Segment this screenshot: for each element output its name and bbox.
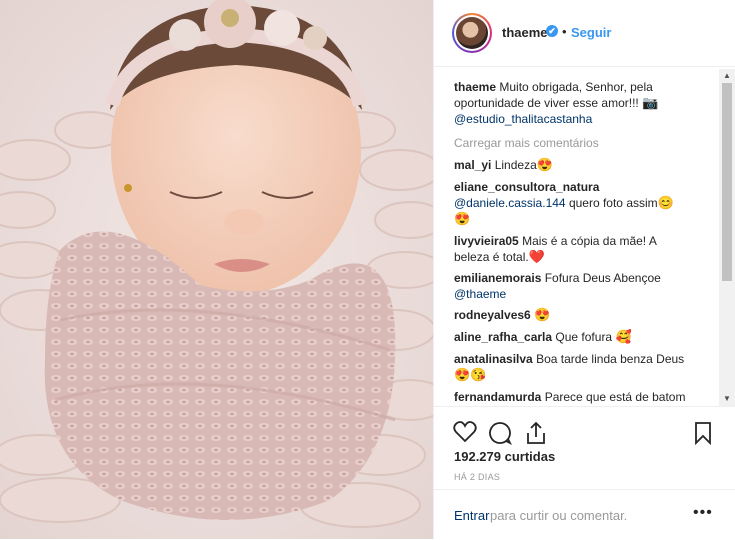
post-header: thaeme ✔ • Seguir <box>434 0 735 67</box>
comments-scrollbar[interactable]: ▲ ▼ <box>719 69 735 406</box>
comment-item: eliane_consultora_natura @daniele.cassia… <box>454 179 716 227</box>
heart-eyes-emoji-icon: 😍 <box>454 211 471 226</box>
comment-username[interactable]: anatalinasilva <box>454 352 533 366</box>
caption-text-line1: Muito obrigada, Senhor, pela <box>499 80 653 94</box>
comment-item: anatalinasilva Boa tarde linda benza Deu… <box>454 351 716 383</box>
comment-icon[interactable] <box>488 421 512 445</box>
instagram-post: thaeme ✔ • Seguir thaeme Muito obrigada,… <box>0 0 735 539</box>
comment-text: Mais é a cópia da mãe! A <box>522 234 657 248</box>
caption-username[interactable]: thaeme <box>454 80 496 94</box>
heart-icon[interactable] <box>453 421 477 443</box>
camera-emoji-icon: 📷 <box>642 95 659 110</box>
login-prompt-text: para curtir ou comentar. <box>490 508 628 523</box>
scroll-down-arrow-icon[interactable]: ▼ <box>723 394 731 403</box>
add-comment-section: Entrar para curtir ou comentar. ••• <box>434 489 735 540</box>
comment-item: rodneyalves6 😍 <box>454 307 716 323</box>
comment-item: emilianemorais Fofura Deus Abençoe @thae… <box>454 270 716 302</box>
post-photo[interactable] <box>0 0 433 539</box>
smiling-hearts-emoji-icon: 🥰 <box>615 329 632 344</box>
caption-mention[interactable]: @estudio_thalitacastanha <box>454 112 592 126</box>
comment-text-line2: beleza é total. <box>454 250 529 264</box>
comment-username[interactable]: emilianemorais <box>454 271 541 285</box>
comment-username[interactable]: livyvieira05 <box>454 234 519 248</box>
comment-text: Que fofura <box>555 330 613 344</box>
caption-text-line2: oportunidade de viver esse amor!!! <box>454 96 639 110</box>
scroll-up-arrow-icon[interactable]: ▲ <box>723 71 731 80</box>
comment-mention[interactable]: @daniele.cassia.144 <box>454 196 566 210</box>
share-icon[interactable] <box>524 421 548 445</box>
smile-emoji-icon: 😊 <box>657 195 674 210</box>
verified-badge-icon: ✔ <box>546 25 558 37</box>
header-username[interactable]: thaeme <box>502 25 548 40</box>
baby-photo-illustration <box>0 0 433 539</box>
comments-list[interactable]: thaeme Muito obrigada, Senhor, pela opor… <box>454 79 716 405</box>
comment-username[interactable]: mal_yi <box>454 158 491 172</box>
likes-count[interactable]: 192.279 curtidas <box>454 449 555 464</box>
login-link[interactable]: Entrar <box>454 508 489 523</box>
heart-eyes-kiss-emoji-icon: 😍😘 <box>454 367 487 382</box>
avatar[interactable] <box>452 13 492 53</box>
caption: thaeme Muito obrigada, Senhor, pela opor… <box>454 79 716 127</box>
red-heart-emoji-icon: ❤️ <box>528 249 545 264</box>
comment-text: Fofura Deus Abençoe <box>544 271 661 285</box>
comment-mention[interactable]: @thaeme <box>454 287 506 301</box>
bookmark-icon[interactable] <box>694 421 712 445</box>
comment-item: mal_yi Lindeza😍 <box>454 157 716 173</box>
post-time[interactable]: HÁ 2 DIAS <box>454 472 500 482</box>
comment-username[interactable]: rodneyalves6 <box>454 308 531 322</box>
comment-text: quero foto assim <box>568 196 658 210</box>
scrollbar-thumb[interactable] <box>722 83 732 281</box>
post-side-panel: thaeme ✔ • Seguir thaeme Muito obrigada,… <box>433 0 735 539</box>
heart-eyes-emoji-icon: 😍 <box>536 157 553 172</box>
comment-text: Lindeza <box>494 158 537 172</box>
comment-username[interactable]: fernandamurda <box>454 390 541 404</box>
comment-text: Parece que está de batom <box>544 390 686 404</box>
comment-item: fernandamurda Parece que está de batom <box>454 389 716 405</box>
heart-eyes-emoji-icon: 😍 <box>534 307 551 322</box>
load-more-comments[interactable]: Carregar mais comentários <box>454 135 716 151</box>
follow-button[interactable]: Seguir <box>571 25 611 40</box>
comment-item: livyvieira05 Mais é a cópia da mãe! A be… <box>454 233 716 265</box>
action-bar <box>434 406 735 445</box>
comment-username[interactable]: eliane_consultora_natura <box>454 180 599 194</box>
comment-item: aline_rafha_carla Que fofura 🥰 <box>454 329 716 345</box>
separator-dot: • <box>562 24 567 39</box>
comment-username[interactable]: aline_rafha_carla <box>454 330 552 344</box>
comment-text: Boa tarde linda benza Deus <box>536 352 685 366</box>
more-options-icon[interactable]: ••• <box>693 504 713 522</box>
